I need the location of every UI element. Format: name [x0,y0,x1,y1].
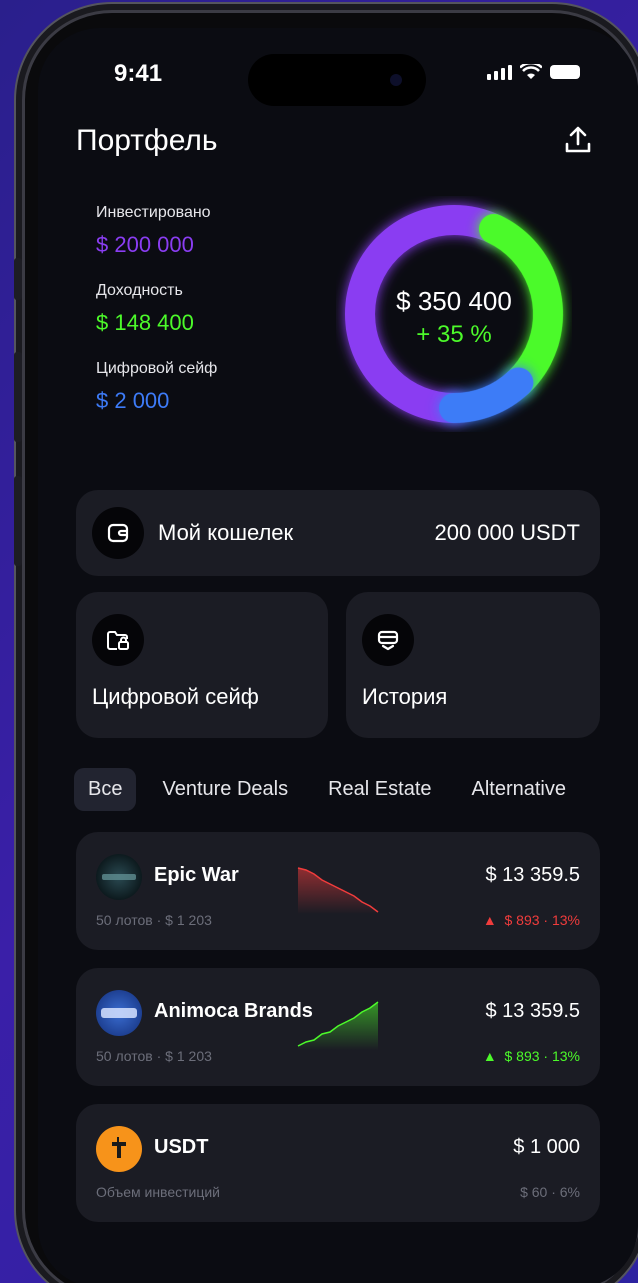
volume-down-button [14,476,22,566]
history-label: История [362,684,448,709]
asset-change-value: $ 60 · 6% [520,1184,580,1200]
history-tile[interactable]: История [346,592,600,738]
portfolio-total: $ 350 400 [396,286,512,316]
volume-up-button [14,352,22,442]
share-icon[interactable] [562,124,594,156]
tab-real-estate[interactable]: Real Estate [314,768,445,811]
folder-lock-icon [92,614,144,666]
portfolio-change: + 35 % [416,321,492,348]
asset-price: $ 1 000 [513,1136,580,1158]
signal-icon [487,64,512,80]
asset-name: USDT [154,1136,209,1158]
tab-alternative[interactable]: Alternative [458,768,581,811]
asset-change-value: $ 893 · 13% [504,912,581,928]
category-tabs: Все Venture Deals Real Estate Alternativ… [74,768,592,811]
battery-icon [550,65,580,79]
arrow-up-icon: ▲ [482,912,497,928]
app-screen: 9:41 Портфель Инвестировано $ 200 000 До… [38,28,638,1283]
arrow-up-icon: ▲ [482,1048,497,1064]
asset-change: ▲ $ 893 · 13% [483,912,580,928]
asset-lots: 50 лотов · $ 1 203 [96,1048,212,1064]
invested-value: $ 200 000 [96,232,194,257]
status-icons [487,64,580,80]
digital-safe-label: Цифровой сейф [92,684,259,709]
tab-all[interactable]: Все [74,768,137,811]
epic-war-logo [96,854,142,900]
wallet-icon [92,507,144,559]
invested-label: Инвестировано [96,204,211,221]
donut-center: $ 350 400 + 35 % [336,286,572,349]
digital-safe-tile[interactable]: Цифровой сейф [76,592,328,738]
portfolio-stats: Инвестировано $ 200 000 Доходность $ 148… [96,204,217,438]
tab-venture-deals[interactable]: Venture Deals [148,768,302,811]
profit-value: $ 148 400 [96,310,194,335]
animoca-sparkline [297,1001,379,1050]
asset-name: Epic War [154,864,239,886]
asset-price: $ 13 359.5 [485,864,580,886]
history-icon [362,614,414,666]
animoca-logo [96,990,142,1036]
profit-label: Доходность [96,282,183,299]
status-time: 9:41 [114,60,163,87]
wifi-icon [520,64,542,79]
safe-value: $ 2 000 [96,388,170,413]
asset-card-animoca[interactable]: Animoca Brands $ 13 359.5 50 лотов · $ 1… [76,968,600,1086]
wallet-card[interactable]: Мой кошелек 200 000 USDT [76,490,600,576]
usdt-logo [96,1126,142,1172]
asset-change: ▲ $ 893 · 13% [483,1048,580,1064]
dynamic-island [248,54,426,106]
wallet-balance: 200 000 USDT [434,520,580,545]
epic-war-sparkline [297,867,379,914]
asset-name: Animoca Brands [154,1000,313,1022]
asset-lots: 50 лотов · $ 1 203 [96,912,212,928]
asset-price: $ 13 359.5 [485,1000,580,1022]
asset-change-value: $ 893 · 13% [504,1048,581,1064]
asset-card-usdt[interactable]: USDT $ 1 000 Объем инвестиций $ 60 · 6% [76,1104,600,1222]
asset-volume-label: Объем инвестиций [96,1184,221,1200]
asset-card-epic-war[interactable]: Epic War $ 13 359.5 50 лотов · $ 1 203 ▲… [76,832,600,950]
safe-label: Цифровой сейф [96,360,218,377]
wallet-label: Мой кошелек [158,520,294,545]
page-title: Портфель [76,124,218,157]
mute-switch [14,258,22,300]
